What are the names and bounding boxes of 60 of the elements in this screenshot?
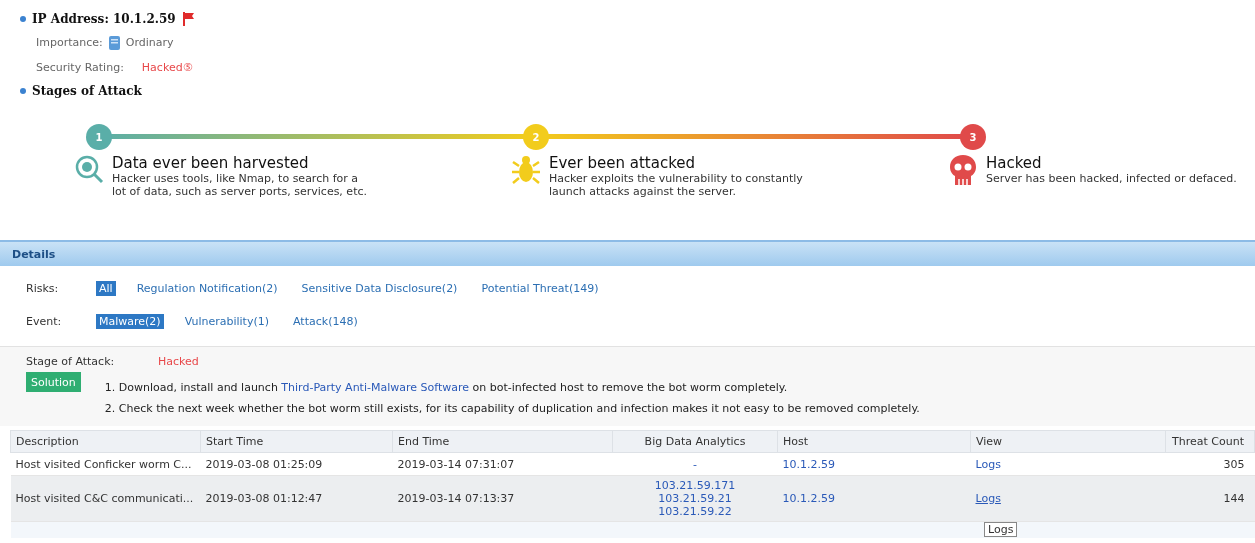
table-cell: 2019-03-08 01:12:47 xyxy=(200,475,393,522)
server-icon xyxy=(108,35,120,50)
analytics-ip[interactable]: 103.21.59.171 xyxy=(654,479,736,492)
risk-filter[interactable]: Sensitive Data Disclosure(2) xyxy=(298,281,461,296)
column-header[interactable]: Start Time xyxy=(200,430,393,453)
magnifier-bug-icon xyxy=(74,154,104,184)
importance-value: Ordinary xyxy=(125,36,174,49)
solution-step: 1. Download, install and launch Third-Party Anti-Malware Software on bot-infected host to remove the bot worm completely. xyxy=(104,377,920,398)
table-cell: 2019-03-14 07:13:37 xyxy=(392,475,613,522)
risk-filter[interactable]: All xyxy=(96,281,116,296)
stage-description: Hacker uses tools, like Nmap, to search for a lot of data, such as server ports, services, etc. xyxy=(112,172,368,198)
software-link[interactable]: Third-Party Anti-Malware Software xyxy=(281,381,469,394)
event-filter[interactable]: Malware(2) xyxy=(96,314,164,329)
security-rating-label: Security Rating: xyxy=(36,61,124,74)
stage-number: 1 xyxy=(86,124,112,150)
stage-number: 3 xyxy=(960,124,986,150)
table-row[interactable]: Host visited Conficker worm C... 2019-03-08 01:25:09 2019-03-14 07:31:07 - 10.1.2.59 Logs 305 xyxy=(10,452,1255,476)
stage-description: Hacker exploits the vulnerability to constantly launch attacks against the server. xyxy=(549,172,804,198)
analytics-ip[interactable]: 103.21.59.21 xyxy=(658,492,732,505)
event-label: Event: xyxy=(26,315,63,328)
bug-icon xyxy=(511,154,541,186)
stage-title: Ever been attacked xyxy=(549,154,697,172)
solution-step: 2. Check the next week whether the bot worm still exists, for its capability of duplication and infection makes it not easy to be removed completely. xyxy=(104,398,920,419)
stage-title: Hacked xyxy=(986,154,1043,172)
logs-link[interactable]: Logs xyxy=(975,492,1001,505)
table-cell: Host visited Conficker worm C... xyxy=(10,452,201,476)
stage-title: Data ever been harvested xyxy=(112,154,310,172)
details-title: Details xyxy=(12,247,56,261)
event-filter[interactable]: Attack(148) xyxy=(290,314,361,329)
logs-link[interactable]: Logs xyxy=(975,457,1001,471)
table-cell: 2019-03-14 07:31:07 xyxy=(392,452,613,476)
skull-icon xyxy=(948,154,978,186)
risk-filter[interactable]: Regulation Notification(2) xyxy=(133,281,281,296)
column-header[interactable]: End Time xyxy=(392,430,613,453)
column-header[interactable]: Big Data Analytics xyxy=(612,430,778,453)
table-row[interactable]: Host visited C&C communicati... 2019-03-08 01:12:47 2019-03-14 07:13:37 103.21.59.171 103.21.59.21 103.21.59.22 10.1.2.59 Logs 144 xyxy=(10,475,1255,522)
risk-filter[interactable]: Potential Threat(149) xyxy=(478,281,602,296)
stage-description: Server has been hacked, infected or defaced. xyxy=(986,172,1238,185)
column-header[interactable]: Host xyxy=(777,430,971,453)
stage-number: 2 xyxy=(523,124,549,150)
stages-heading: Stages of Attack xyxy=(32,84,142,98)
column-header[interactable]: View xyxy=(970,430,1166,453)
table-cell: 144 xyxy=(1165,475,1255,522)
table-cell: 2019-03-08 01:25:09 xyxy=(200,452,393,476)
analytics-ip[interactable]: - xyxy=(693,457,697,471)
event-filter[interactable]: Vulnerability(1) xyxy=(181,314,273,329)
table-cell: 305 xyxy=(1165,452,1255,476)
risks-label: Risks: xyxy=(26,282,60,295)
table-cell: Host visited C&C communicati... xyxy=(10,475,201,522)
analytics-ip[interactable]: 103.21.59.22 xyxy=(658,505,732,518)
column-header[interactable]: Threat Count xyxy=(1165,430,1255,453)
stage-of-attack-label: Stage of Attack: xyxy=(26,355,116,368)
importance-label: Importance: xyxy=(36,36,103,49)
tooltip: Logs xyxy=(984,522,1018,537)
stage-of-attack-value: Hacked xyxy=(158,355,199,368)
host-link[interactable]: 10.1.2.59 xyxy=(782,457,835,471)
column-header[interactable]: Description xyxy=(10,430,201,453)
ip-address-heading: IP Address: 10.1.2.59 xyxy=(32,12,176,26)
host-link[interactable]: 10.1.2.59 xyxy=(782,492,835,505)
security-rating-value: Hacked⑤ xyxy=(141,61,193,74)
